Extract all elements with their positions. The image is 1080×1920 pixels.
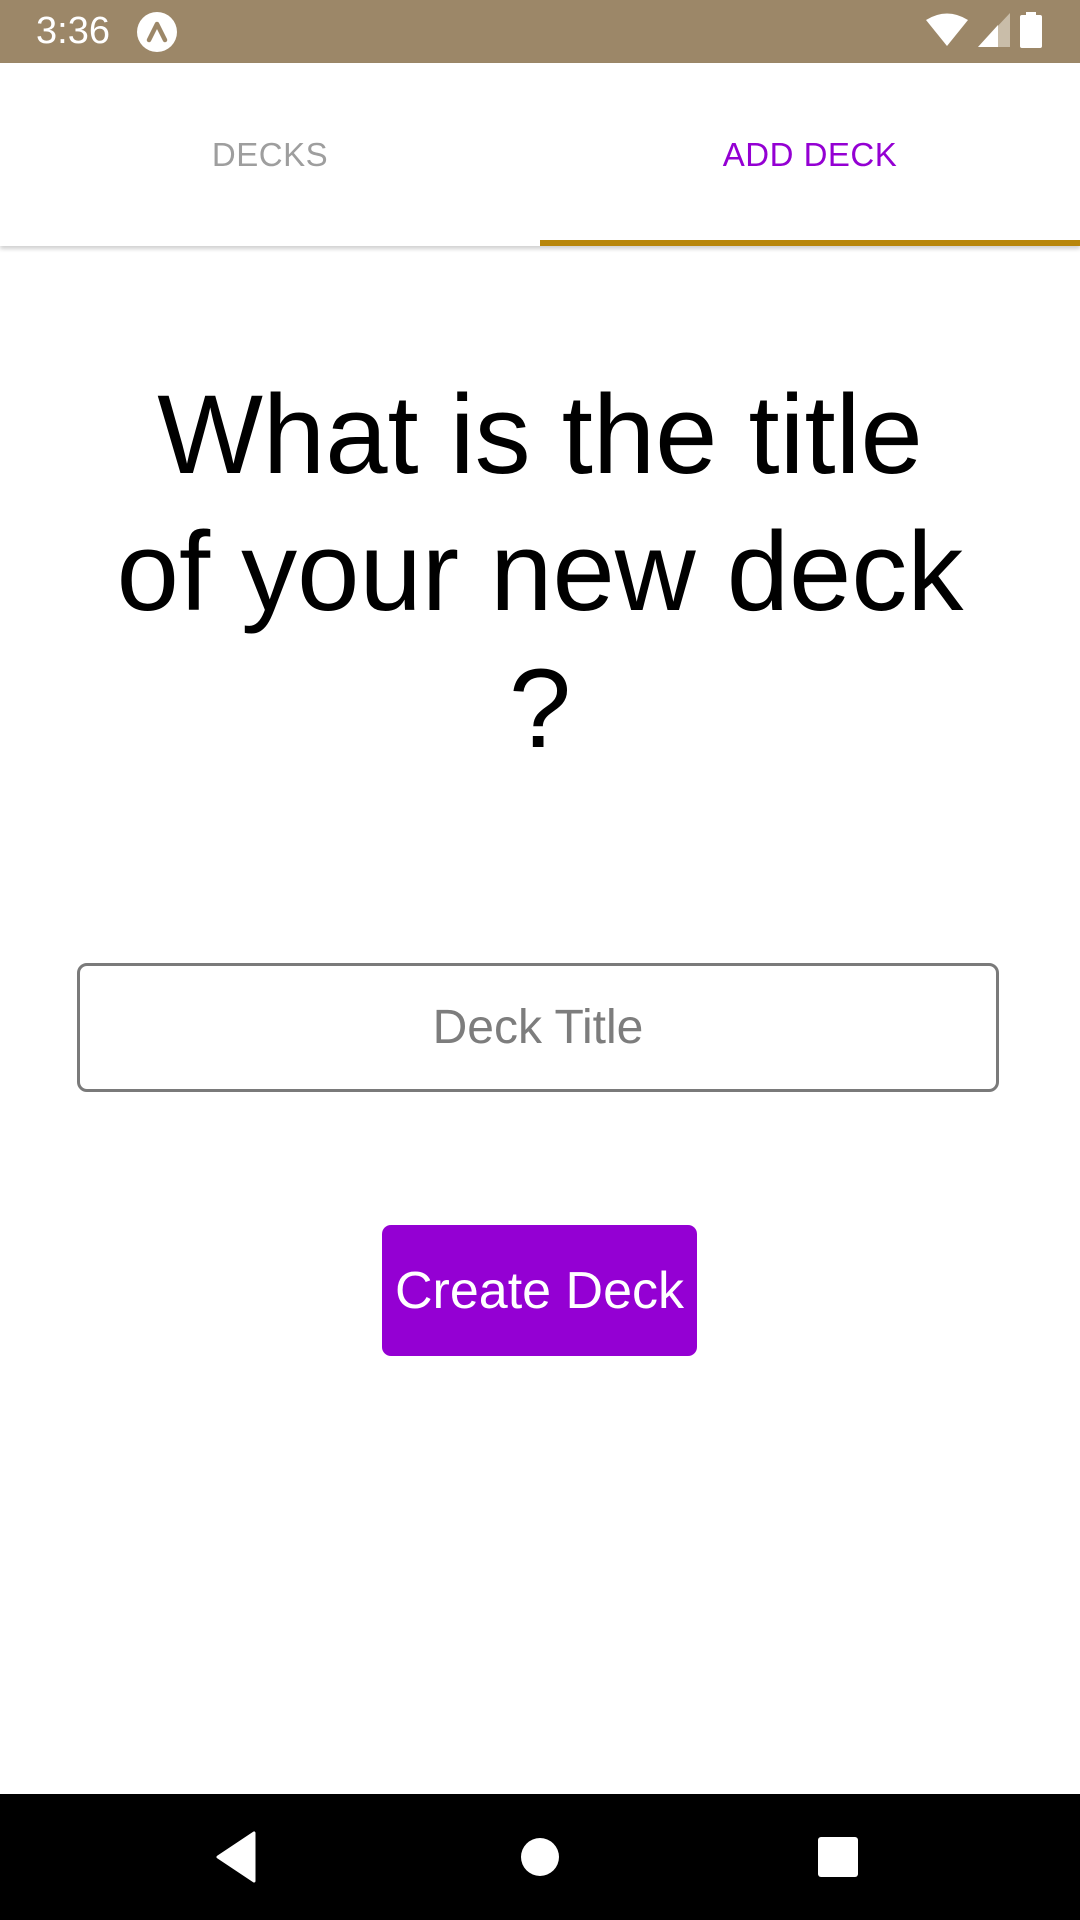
selected-tab-indicator <box>540 240 1080 246</box>
tab-decks[interactable]: DECKS <box>0 63 540 246</box>
tab-add-deck[interactable]: ADD DECK <box>540 63 1080 246</box>
deck-title-input[interactable] <box>77 963 999 1092</box>
status-bar: 3:36 <box>0 0 1080 63</box>
status-time: 3:36 <box>36 10 110 52</box>
wifi-icon <box>926 13 968 52</box>
create-deck-button[interactable]: Create Deck <box>382 1225 697 1356</box>
home-icon[interactable] <box>510 1827 570 1887</box>
recents-icon[interactable] <box>808 1827 868 1887</box>
back-icon[interactable] <box>208 1827 268 1887</box>
add-deck-form: What is the title of your new deck ? Cre… <box>0 246 1080 1794</box>
system-nav-bar <box>0 1794 1080 1920</box>
app-notification-icon <box>137 12 177 52</box>
battery-icon <box>1020 11 1042 53</box>
status-icons <box>926 11 1042 53</box>
deck-title-question: What is the title of your new deck ? <box>116 372 964 771</box>
cell-signal-icon <box>978 12 1010 52</box>
tab-bar: DECKS ADD DECK <box>0 63 1080 246</box>
